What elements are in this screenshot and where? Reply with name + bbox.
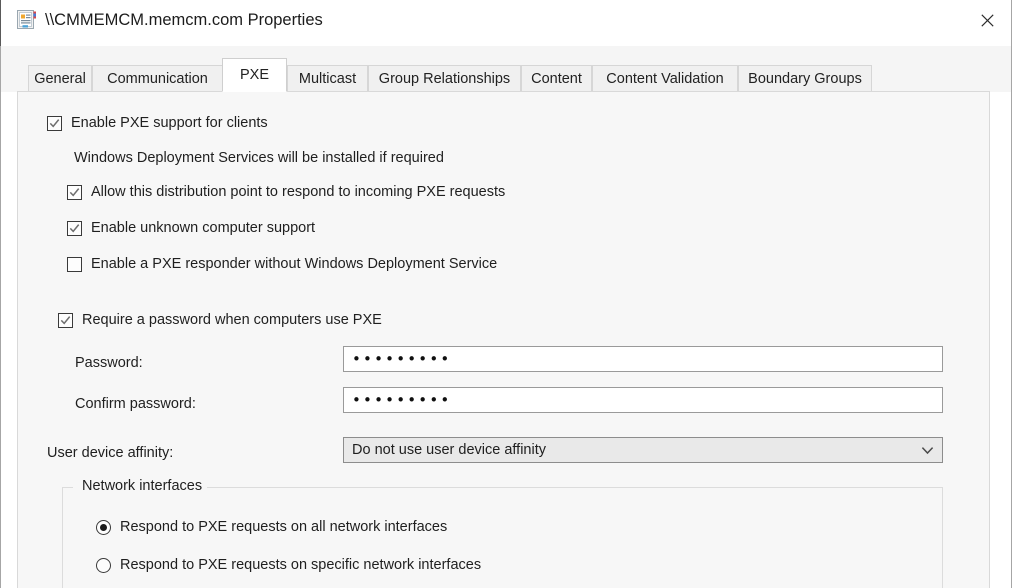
network-interfaces-group: Network interfaces Respond to PXE reques… <box>62 478 943 588</box>
close-button[interactable] <box>964 0 1010 40</box>
tab-boundary-groups[interactable]: Boundary Groups <box>738 65 872 92</box>
check-icon <box>49 118 60 128</box>
checkbox-allow-dp-respond[interactable]: Allow this distribution point to respond… <box>67 184 505 200</box>
tab-general[interactable]: General <box>28 65 92 92</box>
checkbox-require-password[interactable]: Require a password when computers use PX… <box>58 312 382 328</box>
radio-respond-all-interfaces[interactable]: Respond to PXE requests on all network i… <box>96 519 447 535</box>
checkbox-label: Require a password when computers use PX… <box>82 312 382 328</box>
properties-document-icon <box>16 9 38 31</box>
checkbox-label: Enable unknown computer support <box>91 220 316 236</box>
groupbox-top-border-right <box>194 487 942 488</box>
checkbox-label: Enable a PXE responder without Windows D… <box>91 256 498 272</box>
tab-communication[interactable]: Communication <box>92 65 223 92</box>
window-title: \\CMMEMCM.memcm.com Properties <box>45 11 323 29</box>
check-icon <box>69 223 80 233</box>
network-interfaces-title: Network interfaces <box>77 478 208 495</box>
tab-strip: General Communication PXE Multicast Grou… <box>1 46 1011 92</box>
check-icon <box>69 187 80 197</box>
password-label: Password: <box>75 355 143 371</box>
check-icon <box>60 315 71 325</box>
wds-note-text: Windows Deployment Services will be inst… <box>74 150 444 166</box>
checkbox-box <box>67 256 82 272</box>
tab-multicast[interactable]: Multicast <box>287 65 368 92</box>
tab-group-relationships[interactable]: Group Relationships <box>368 65 521 92</box>
properties-dialog: \\CMMEMCM.memcm.com Properties General C… <box>0 0 1012 588</box>
groupbox-top-border-left <box>63 487 73 488</box>
checkbox-box <box>58 312 73 328</box>
user-device-affinity-value: Do not use user device affinity <box>352 442 546 458</box>
pxe-tab-panel: Enable PXE support for clients Windows D… <box>17 91 990 588</box>
user-device-affinity-label: User device affinity: <box>47 445 174 461</box>
tab-content-validation[interactable]: Content Validation <box>592 65 738 92</box>
checkbox-label: Allow this distribution point to respond… <box>91 184 506 200</box>
radio-box <box>96 519 111 535</box>
title-bar: \\CMMEMCM.memcm.com Properties <box>1 0 1011 46</box>
checkbox-enable-unknown-computer-support[interactable]: Enable unknown computer support <box>67 220 315 236</box>
checkbox-enable-pxe-support[interactable]: Enable PXE support for clients <box>47 115 268 131</box>
chevron-down-icon <box>912 446 942 455</box>
confirm-password-input[interactable]: ••••••••• <box>343 387 943 413</box>
confirm-password-label: Confirm password: <box>75 396 196 412</box>
checkbox-box <box>47 115 62 131</box>
checkbox-box <box>67 220 82 236</box>
radio-respond-specific-interfaces[interactable]: Respond to PXE requests on specific netw… <box>96 557 481 573</box>
checkbox-label: Enable PXE support for clients <box>71 115 268 131</box>
password-input[interactable]: ••••••••• <box>343 346 943 372</box>
radio-label: Respond to PXE requests on all network i… <box>120 519 448 535</box>
checkbox-enable-pxe-responder-without-wds[interactable]: Enable a PXE responder without Windows D… <box>67 256 497 272</box>
tab-pxe[interactable]: PXE <box>222 58 287 92</box>
checkbox-box <box>67 184 82 200</box>
password-value: ••••••••• <box>352 350 452 368</box>
radio-dot <box>100 523 107 531</box>
confirm-password-value: ••••••••• <box>352 391 452 409</box>
radio-box <box>96 557 111 573</box>
user-device-affinity-select[interactable]: Do not use user device affinity <box>343 437 943 463</box>
tab-content[interactable]: Content <box>521 65 592 92</box>
radio-label: Respond to PXE requests on specific netw… <box>120 557 482 573</box>
